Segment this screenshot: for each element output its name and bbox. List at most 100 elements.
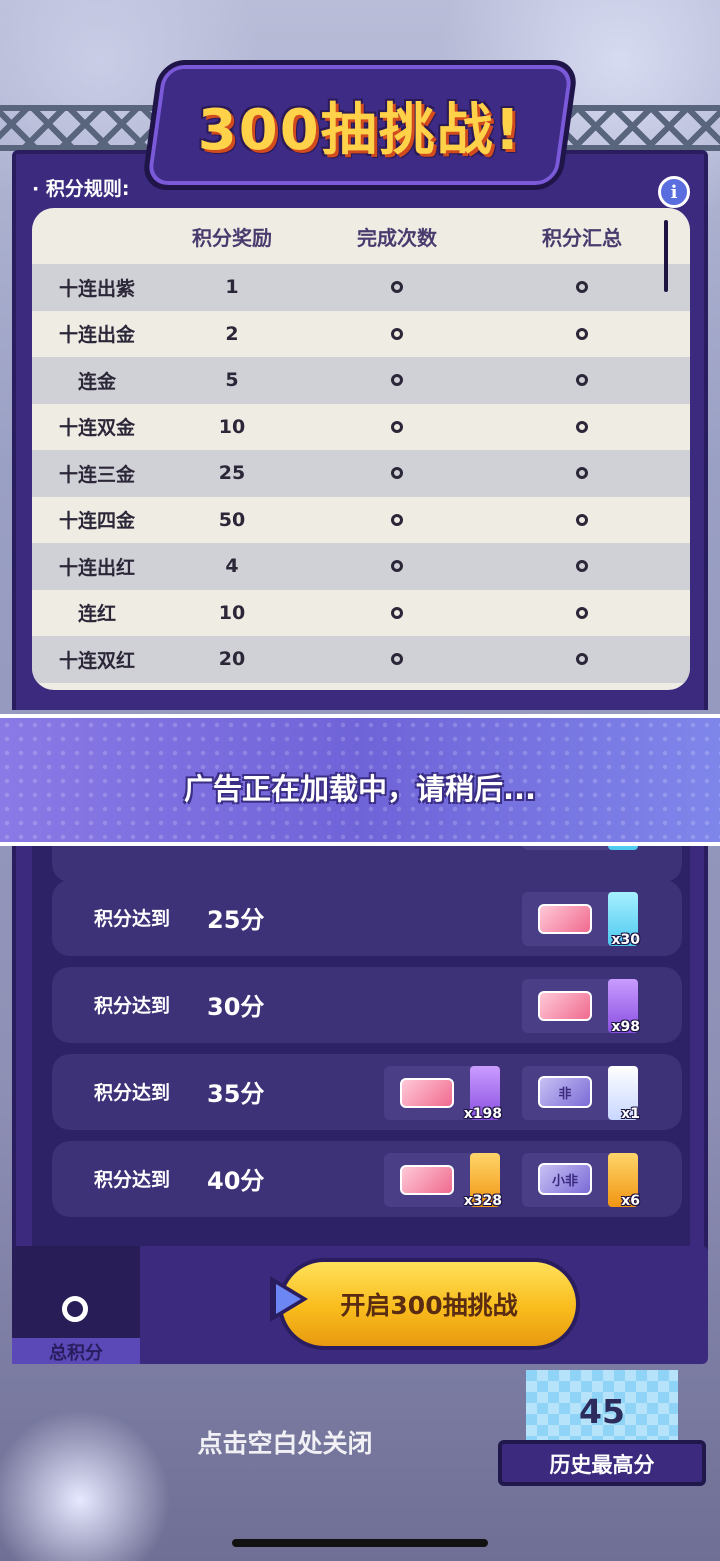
pink-ticket-icon <box>400 1078 454 1108</box>
row-name: 十连四金 <box>58 510 135 533</box>
reward-item[interactable]: 非 x1 <box>522 1066 640 1122</box>
info-icon[interactable]: i <box>658 176 690 208</box>
reward-quantity: x6 <box>621 1193 640 1209</box>
row-total <box>492 323 672 345</box>
row-total <box>492 276 672 298</box>
zero-value <box>576 281 588 294</box>
milestone-list[interactable]: 积分达到 25分 x30 积分达到 30分 x98 积分达到 35分 x198 非 x1 积分达到 40… <box>32 846 690 1246</box>
row-reward: 50 <box>218 508 246 531</box>
header-count: 完成次数 <box>357 225 437 250</box>
milestone-score: 25分 <box>207 906 265 934</box>
zero-value <box>391 467 403 480</box>
zero-value <box>391 327 403 340</box>
zero-value <box>391 560 403 573</box>
zero-value <box>576 560 588 573</box>
row-reward: 1 <box>225 276 239 299</box>
row-name: 十连出紫 <box>58 277 135 300</box>
row-name: 十连双金 <box>58 417 135 440</box>
table-row: 十连双红 20 <box>32 636 690 683</box>
table-row: 十连双金 10 <box>32 404 690 451</box>
row-total <box>492 369 672 391</box>
milestone-row: 积分达到 30分 x98 <box>52 967 682 1043</box>
play-icon-inner <box>276 1284 301 1314</box>
reward-quantity: x198 <box>463 1106 502 1122</box>
best-score-label: 历史最高分 <box>549 1453 655 1477</box>
table-scrollbar[interactable] <box>664 220 668 292</box>
row-name: 十连出金 <box>58 324 135 347</box>
zero-value <box>576 513 588 526</box>
reward-tag <box>608 846 638 850</box>
rules-table: 积分奖励 完成次数 积分汇总 十连出紫 1 十连出金 2 连金 5 十连双金 10 十连三金 25… <box>32 208 690 690</box>
milestone-label: 积分达到 <box>94 1082 171 1104</box>
header-total: 积分汇总 <box>542 225 622 250</box>
milestone-row-partial <box>52 846 682 882</box>
row-count <box>302 648 492 670</box>
home-indicator <box>232 1539 488 1547</box>
row-reward: 2 <box>225 322 239 345</box>
row-name: 连金 <box>77 370 116 393</box>
row-reward: 5 <box>225 369 239 392</box>
row-total <box>492 602 672 624</box>
pink-ticket-icon <box>538 904 592 934</box>
reward-quantity: x328 <box>463 1193 502 1209</box>
pink-ticket-icon <box>538 991 592 1021</box>
reward-item[interactable]: x198 <box>384 1066 502 1122</box>
ad-loading-text: 广告正在加载中，请稍后... <box>183 772 537 806</box>
row-reward: 10 <box>218 601 246 624</box>
row-name: 十连三金 <box>58 463 135 486</box>
row-count <box>302 602 492 624</box>
row-count <box>302 416 492 438</box>
milestone-row: 积分达到 35分 x198 非 x1 <box>52 1054 682 1130</box>
pink-ticket-icon <box>400 1165 454 1195</box>
reward-item[interactable]: x328 <box>384 1153 502 1209</box>
zero-value <box>391 653 403 666</box>
reward-item[interactable]: 小非 x6 <box>522 1153 640 1209</box>
zero-value <box>391 281 403 294</box>
row-reward: 10 <box>218 415 246 438</box>
milestone-label: 积分达到 <box>94 1169 171 1191</box>
milestone-row: 积分达到 40分 x328 小非 x6 <box>52 1141 682 1217</box>
header-reward: 积分奖励 <box>192 225 272 250</box>
reward-quantity: x98 <box>611 1019 640 1035</box>
zero-value <box>391 374 403 387</box>
row-total <box>492 462 672 484</box>
rules-label: · 积分规则: <box>32 178 130 200</box>
table-row: 十连出红 4 <box>32 543 690 590</box>
reward-item <box>522 846 638 850</box>
zero-value <box>576 420 588 433</box>
zero-value <box>576 606 588 619</box>
row-count <box>302 509 492 531</box>
zero-value <box>576 653 588 666</box>
total-score-label: 总积分 <box>49 1343 103 1364</box>
row-count <box>302 462 492 484</box>
stage-truss-left <box>0 105 170 151</box>
start-challenge-button[interactable]: 开启300抽挑战 <box>278 1258 580 1350</box>
zero-value <box>576 327 588 340</box>
close-hint[interactable]: 点击空白处关闭 <box>150 1424 420 1460</box>
row-count <box>302 369 492 391</box>
zero-value <box>391 420 403 433</box>
row-name: 十连出红 <box>58 556 135 579</box>
row-total <box>492 416 672 438</box>
zero-value <box>391 513 403 526</box>
table-row: 十连四金 50 <box>32 497 690 544</box>
row-count <box>302 555 492 577</box>
zero-value <box>576 467 588 480</box>
row-reward: 25 <box>218 462 246 485</box>
reward-item[interactable]: x30 <box>522 892 640 948</box>
table-row: 十连三金 25 <box>32 450 690 497</box>
pass-ticket-icon: 非 <box>538 1076 592 1108</box>
row-name: 十连双红 <box>58 649 135 672</box>
reward-quantity: x1 <box>621 1106 640 1122</box>
total-score-value: 0 <box>62 1296 88 1322</box>
row-total <box>492 555 672 577</box>
row-count <box>302 323 492 345</box>
pass-ticket-icon: 小非 <box>538 1163 592 1195</box>
milestone-row: 积分达到 25分 x30 <box>52 880 682 956</box>
table-row: 连红 10 <box>32 590 690 637</box>
row-total <box>492 509 672 531</box>
reward-item[interactable]: x98 <box>522 979 640 1035</box>
row-total <box>492 648 672 670</box>
zero-value <box>391 606 403 619</box>
table-header: 积分奖励 完成次数 积分汇总 <box>32 208 690 264</box>
